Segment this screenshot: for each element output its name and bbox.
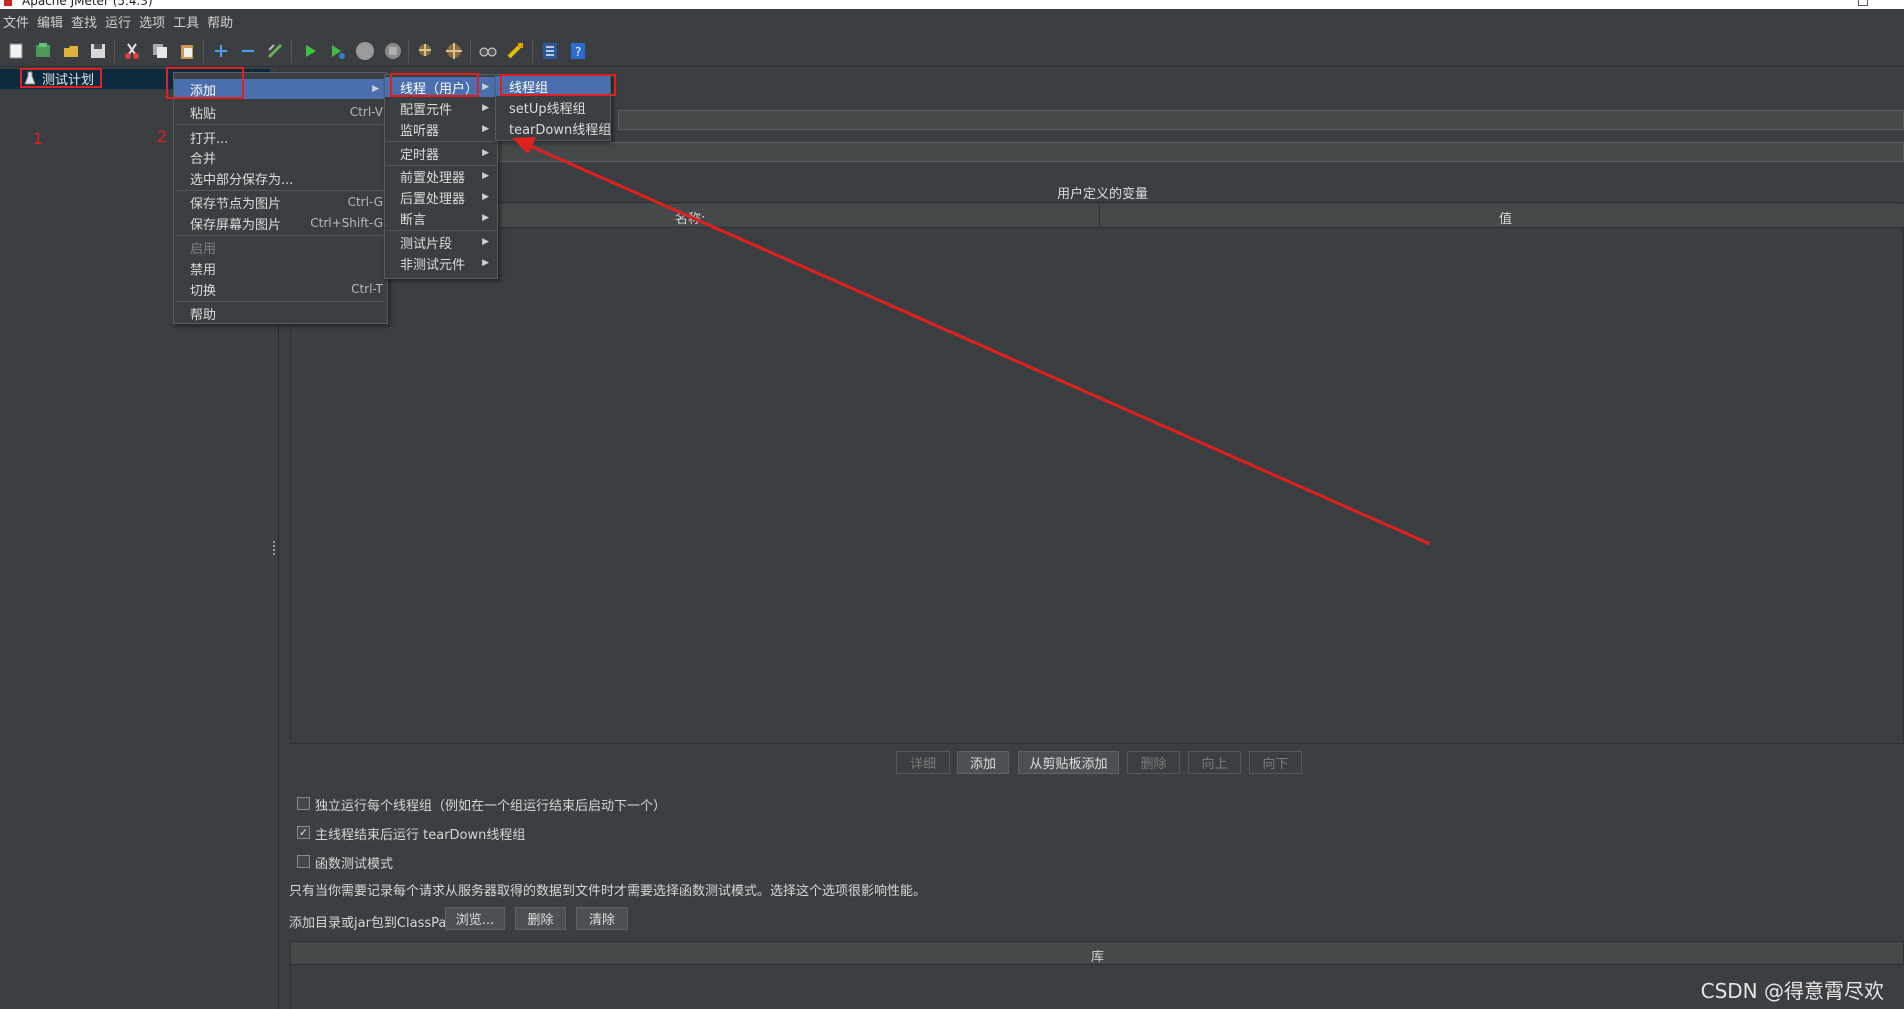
csdn-watermark: CSDN @得意霄尽欢 [1700, 979, 1884, 1003]
red-arrow [512, 137, 1431, 546]
